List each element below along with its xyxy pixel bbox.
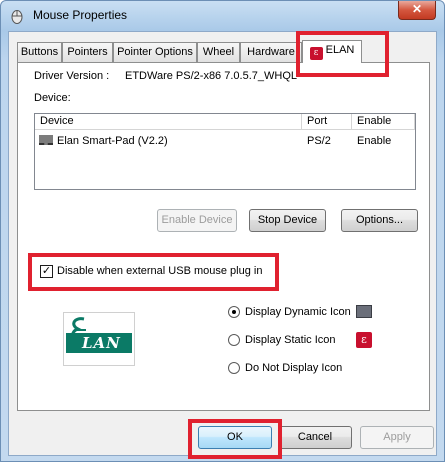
logo-text: LAN	[82, 334, 121, 352]
device-name-cell: Elan Smart-Pad (V2.2)	[57, 135, 168, 147]
close-button[interactable]: ✕	[398, 1, 436, 20]
cancel-button[interactable]: Cancel	[278, 426, 352, 449]
tab-elan[interactable]: ε ELAN	[302, 40, 362, 63]
title-bar[interactable]: Mouse Properties ✕	[1, 1, 444, 31]
display-dynamic-icon-label: Display Dynamic Icon	[245, 306, 351, 318]
radio-do-not-display-icon[interactable]	[228, 362, 240, 374]
tab-wheel[interactable]: Wheel	[197, 42, 240, 62]
tab-label: ELAN	[325, 44, 355, 56]
table-row[interactable]: Elan Smart-Pad (V2.2) PS/2 Enable	[35, 132, 421, 150]
monitor-icon	[356, 305, 372, 318]
mouse-app-icon	[11, 10, 23, 24]
disable-usb-checkbox[interactable]: ✓	[40, 265, 53, 278]
disable-usb-label: Disable when external USB mouse plug in	[57, 265, 263, 277]
tab-label: Wheel	[202, 46, 235, 58]
tab-label: Hardware	[247, 46, 295, 58]
device-label: Device:	[34, 92, 71, 104]
tab-label: Pointers	[67, 46, 108, 58]
mouse-properties-window: Mouse Properties ✕ Buttons Pointers Poin…	[0, 0, 445, 462]
radio-display-dynamic-icon[interactable]	[228, 306, 240, 318]
driver-version-label: Driver Version :	[34, 70, 110, 82]
tab-label: Pointer Options	[117, 46, 193, 58]
device-port-cell: PS/2	[307, 135, 331, 147]
tab-pointers[interactable]: Pointers	[62, 42, 113, 62]
column-header-port[interactable]: Port	[302, 114, 352, 130]
radio-display-static-icon[interactable]	[228, 334, 240, 346]
tab-pointer-options[interactable]: Pointer Options	[113, 42, 197, 62]
display-static-icon-label: Display Static Icon	[245, 334, 336, 346]
window-title: Mouse Properties	[33, 8, 128, 22]
elan-logo-icon: ε	[309, 47, 323, 60]
apply-button[interactable]: Apply	[360, 426, 434, 449]
tab-hardware[interactable]: Hardware	[240, 42, 302, 62]
column-header-device[interactable]: Device	[35, 114, 302, 130]
column-header-enable[interactable]: Enable	[352, 114, 415, 130]
options-button[interactable]: Options...	[341, 209, 418, 232]
driver-version-value: ETDWare PS/2-x86 7.0.5.7_WHQL	[125, 70, 297, 82]
ok-button[interactable]: OK	[198, 426, 272, 449]
dialog-client-area: Buttons Pointers Pointer Options Wheel H…	[8, 31, 437, 456]
device-list[interactable]: Device Port Enable Elan Smart-Pad (V2.2)…	[34, 113, 416, 190]
tab-buttons[interactable]: Buttons	[17, 42, 62, 62]
do-not-display-icon-label: Do Not Display Icon	[245, 362, 343, 374]
elan-icon: ε	[356, 332, 372, 348]
enable-device-button[interactable]: Enable Device	[157, 209, 237, 232]
stop-device-button[interactable]: Stop Device	[249, 209, 326, 232]
device-enable-cell: Enable	[357, 135, 392, 147]
touchpad-device-icon	[39, 135, 53, 145]
tab-label: Buttons	[20, 46, 59, 58]
elan-brand-logo: LAN	[63, 312, 135, 366]
